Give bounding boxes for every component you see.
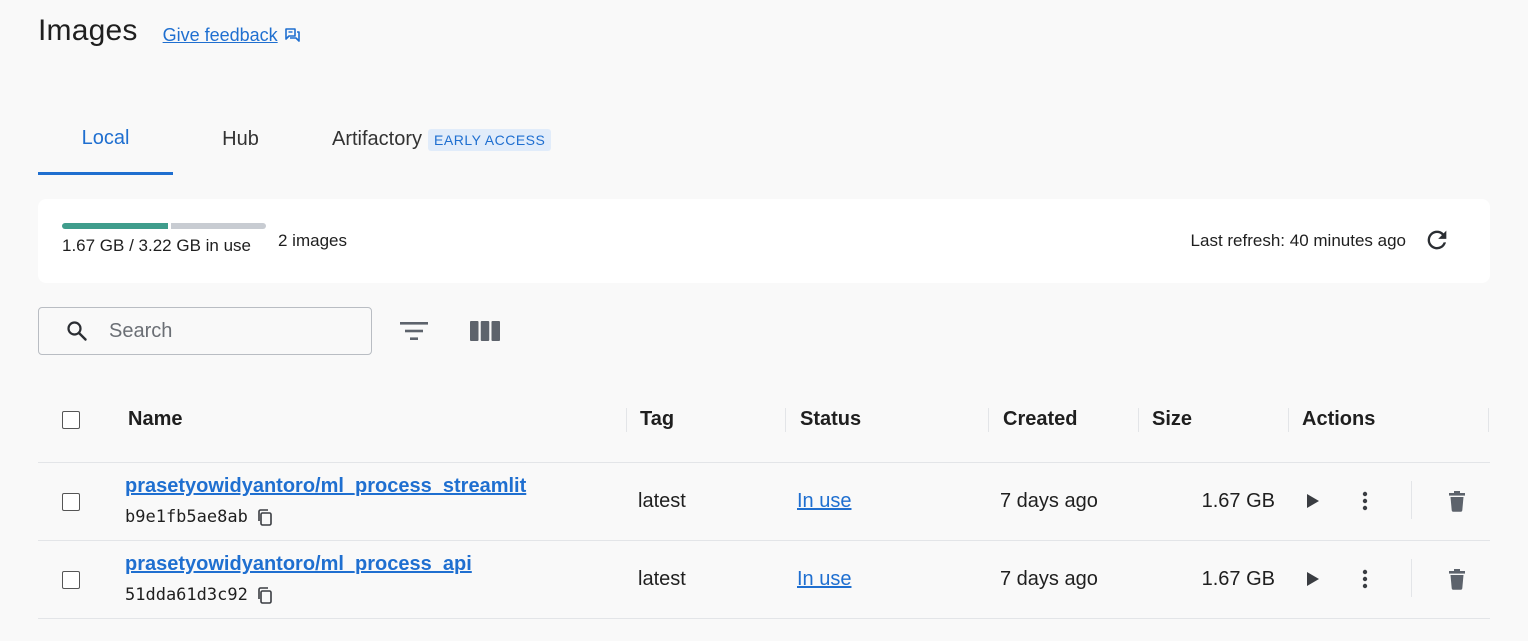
table-row: prasetyowidyantoro/ml_process_streamlit … <box>38 463 1490 541</box>
table-row: prasetyowidyantoro/ml_process_api 51dda6… <box>38 541 1490 619</box>
filter-button[interactable] <box>398 318 430 344</box>
column-separator <box>626 408 627 432</box>
column-header-status[interactable]: Status <box>800 408 861 431</box>
refresh-icon <box>1427 230 1447 250</box>
tab-hub[interactable]: Hub <box>173 104 308 175</box>
play-icon <box>1307 572 1319 586</box>
last-refresh-text: Last refresh: 40 minutes ago <box>1190 231 1406 250</box>
column-header-tag[interactable]: Tag <box>640 408 674 431</box>
image-created: 7 days ago <box>1000 490 1098 512</box>
refresh-button[interactable] <box>1422 225 1452 255</box>
delete-button[interactable] <box>1445 489 1469 513</box>
columns-button[interactable] <box>468 318 502 344</box>
tab-hub-label: Hub <box>222 128 259 150</box>
column-separator <box>1488 408 1489 432</box>
more-actions-button[interactable] <box>1353 489 1377 513</box>
image-count: 2 images <box>278 231 347 250</box>
image-created: 7 days ago <box>1000 568 1098 590</box>
disk-usage-text: 1.67 GB / 3.22 GB in use <box>62 236 252 255</box>
more-vertical-icon <box>1362 491 1368 511</box>
image-tag: latest <box>638 490 686 512</box>
action-divider <box>1411 481 1412 519</box>
search-field[interactable] <box>38 307 372 355</box>
column-separator <box>1288 408 1289 432</box>
column-header-actions: Actions <box>1302 408 1376 430</box>
trash-icon <box>1449 569 1465 590</box>
table-header: Name Tag Status Created Size Actions <box>38 380 1490 463</box>
row-checkbox[interactable] <box>62 571 80 589</box>
disk-usage-used <box>62 223 169 229</box>
filter-icon <box>400 322 428 340</box>
more-vertical-icon <box>1362 569 1368 589</box>
give-feedback-link[interactable]: Give feedback <box>163 25 301 46</box>
columns-icon <box>470 321 500 341</box>
row-checkbox[interactable] <box>62 493 80 511</box>
image-id: 51dda61d3c92 <box>125 585 274 605</box>
copy-icon[interactable] <box>256 508 274 527</box>
tab-artifactory[interactable]: Artifactory EARLY ACCESS <box>308 104 552 175</box>
action-divider <box>1411 559 1412 597</box>
column-separator <box>1138 408 1139 432</box>
image-id: b9e1fb5ae8ab <box>125 507 274 527</box>
select-all-checkbox[interactable] <box>62 411 80 429</box>
image-size: 1.67 GB <box>1201 568 1275 590</box>
give-feedback-label: Give feedback <box>162 24 278 45</box>
feedback-icon <box>284 28 300 42</box>
column-separator <box>785 408 786 432</box>
search-icon <box>67 321 87 341</box>
tab-local[interactable]: Local <box>38 104 173 175</box>
image-id-text: 51dda61d3c92 <box>125 585 248 605</box>
page-title: Images <box>38 14 138 47</box>
column-header-created[interactable]: Created <box>1003 408 1077 431</box>
image-size: 1.67 GB <box>1201 490 1275 512</box>
disk-usage-bar <box>62 223 266 229</box>
play-icon <box>1307 494 1319 508</box>
tab-local-label: Local <box>81 126 130 149</box>
search-input[interactable] <box>107 318 331 344</box>
early-access-badge: EARLY ACCESS <box>428 128 552 151</box>
column-separator <box>988 408 989 432</box>
column-header-size[interactable]: Size <box>1152 408 1192 431</box>
delete-button[interactable] <box>1445 567 1469 591</box>
image-tag: latest <box>638 568 686 590</box>
tab-artifactory-label: Artifactory <box>332 128 423 150</box>
image-id-text: b9e1fb5ae8ab <box>125 507 248 527</box>
image-name-link[interactable]: prasetyowidyantoro/ml_process_api <box>125 553 472 576</box>
image-status-link[interactable]: In use <box>797 568 851 591</box>
disk-usage-free <box>171 223 266 229</box>
tab-bar: Local Hub Artifactory EARLY ACCESS <box>38 104 552 175</box>
disk-usage-card: 1.67 GB / 3.22 GB in use 2 images Last r… <box>38 199 1490 283</box>
page-header: Images Give feedback <box>38 14 301 48</box>
run-button[interactable] <box>1301 489 1325 513</box>
trash-icon <box>1449 491 1465 512</box>
images-table: Name Tag Status Created Size Actions pra… <box>38 380 1490 619</box>
copy-icon[interactable] <box>256 586 274 605</box>
run-button[interactable] <box>1301 567 1325 591</box>
image-status-link[interactable]: In use <box>797 490 851 513</box>
image-name-link[interactable]: prasetyowidyantoro/ml_process_streamlit <box>125 475 526 498</box>
column-header-name[interactable]: Name <box>128 408 182 431</box>
more-actions-button[interactable] <box>1353 567 1377 591</box>
